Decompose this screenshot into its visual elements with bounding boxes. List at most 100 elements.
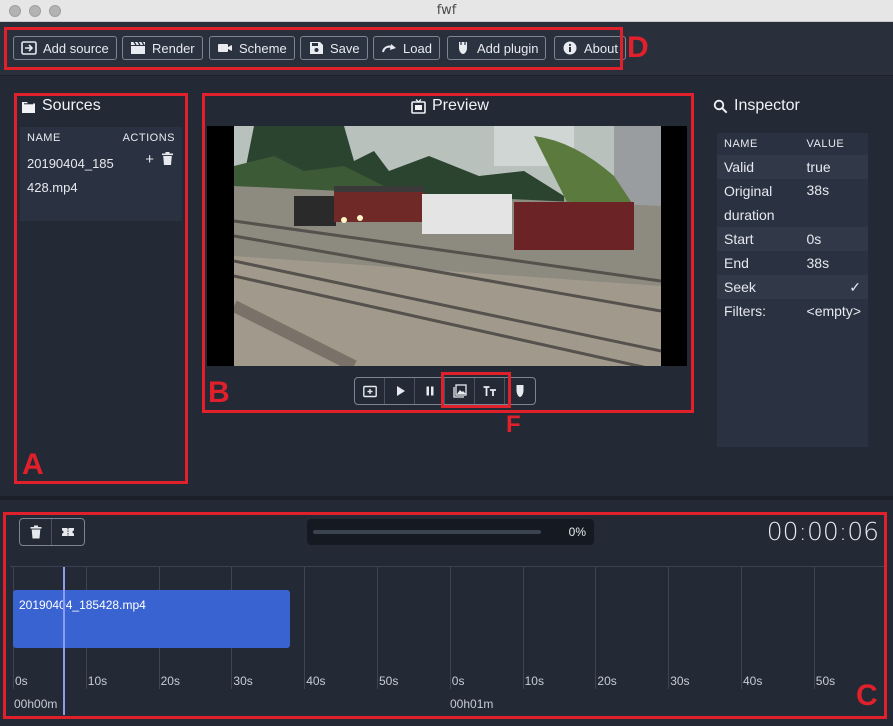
panel-divider[interactable]: [0, 496, 893, 500]
floppy-disk-icon: [310, 42, 323, 54]
tv-icon: [411, 98, 426, 114]
text-overlay-icon[interactable]: [475, 378, 505, 404]
scheme-button[interactable]: Scheme: [209, 36, 295, 60]
main-toolbar: Add source Render Scheme Save Load Add p…: [0, 22, 893, 76]
film-folder-icon: [22, 101, 35, 113]
inspector-row-seek: Seek ✓: [717, 275, 868, 299]
add-source-button[interactable]: Add source: [13, 36, 117, 60]
source-name: 20190404_185428.mp4: [27, 156, 114, 195]
pause-icon[interactable]: [415, 378, 445, 404]
window-title: fwf: [436, 3, 457, 18]
inspector-table-header: NAME VALUE: [717, 133, 868, 155]
about-button[interactable]: About: [554, 36, 626, 60]
timeline-clip[interactable]: 20190404_185428.mp4: [13, 590, 290, 648]
annotation-label-c: C: [856, 679, 878, 712]
save-label: Save: [330, 40, 360, 56]
inspector-row-value: <empty>: [806, 303, 861, 319]
play-icon[interactable]: [385, 378, 415, 404]
timeline-tick-label: 0s: [15, 674, 28, 688]
timeline-tick: [377, 567, 378, 689]
timeline-tick: [449, 567, 451, 689]
source-row[interactable]: 20190404_185428.mp4 +: [20, 149, 182, 221]
inspector-panel: NAME VALUE Valid true Original duration …: [717, 133, 868, 447]
inspector-row-name: Start: [717, 227, 800, 251]
render-progress-track: [313, 530, 541, 534]
timeline-tick-label: 0s: [451, 674, 465, 688]
redo-arrow-icon: [382, 44, 396, 53]
timeline-tick-label: 50s: [815, 674, 836, 688]
trash-icon[interactable]: [20, 519, 52, 545]
inspector-row-name: Valid: [717, 155, 800, 179]
inspector-title-label: Inspector: [734, 97, 800, 114]
timeline-tick: [595, 567, 597, 689]
timeline-tick-label: 10s: [87, 674, 108, 688]
preview-video[interactable]: [207, 126, 687, 366]
minute-label: 00h01m: [450, 697, 494, 711]
annotation-label-a: A: [22, 448, 44, 481]
add-plugin-button[interactable]: Add plugin: [447, 36, 547, 60]
timeline-tick-label: 50s: [379, 674, 399, 688]
timeline-tick: [522, 567, 524, 689]
add-source-label: Add source: [43, 40, 109, 56]
timeline-tick-label: 30s: [670, 674, 690, 688]
scheme-label: Scheme: [239, 40, 287, 56]
split-clip-icon[interactable]: [52, 519, 84, 545]
trash-icon[interactable]: [162, 152, 173, 169]
inspector-row-end: End 38s: [717, 251, 868, 275]
image-overlay-icon[interactable]: [445, 378, 475, 404]
inspector-row-original-duration: Original duration 38s: [717, 179, 868, 227]
video-frame-image: [234, 126, 661, 366]
timeline-tools: [19, 518, 85, 546]
render-button[interactable]: Render: [122, 36, 203, 60]
timeline-tick-label: 10s: [524, 674, 544, 688]
timeline-tick-label: 20s: [597, 674, 617, 688]
inspector-row-name: Original duration: [724, 183, 775, 223]
timeline-track[interactable]: 20190404_185428.mp4 00h00m 00h01m 0s 10s 2…: [10, 566, 886, 716]
plugin-icon: [459, 42, 467, 54]
preview-controls: [354, 377, 536, 405]
inspector-row-name: End: [724, 255, 749, 271]
load-button[interactable]: Load: [373, 36, 440, 60]
inspector-title: Inspector: [713, 97, 800, 115]
add-plugin-label: Add plugin: [477, 40, 539, 56]
inspector-row-name: Filters:: [724, 303, 766, 319]
video-camera-icon: [218, 44, 232, 52]
inspector-row-value: 38s: [806, 182, 830, 198]
inspector-row-start: Start 0s: [717, 227, 868, 251]
about-label: About: [584, 40, 618, 56]
timeline-tick: [813, 567, 815, 689]
add-to-timeline-button[interactable]: +: [145, 152, 154, 169]
render-progress: 0%: [307, 519, 594, 545]
add-to-timeline-icon[interactable]: [355, 378, 385, 404]
annotation-label-f: F: [506, 411, 521, 438]
search-icon: [713, 99, 728, 113]
sources-col-name: NAME: [27, 132, 61, 144]
inspector-row-valid: Valid true: [717, 155, 868, 179]
load-label: Load: [403, 40, 432, 56]
inspector-row-value: 0s: [799, 227, 868, 251]
annotation-label-d: D: [627, 31, 649, 64]
sources-table: NAME ACTIONS 20190404_185428.mp4 +: [20, 127, 182, 221]
inspector-table: NAME VALUE Valid true Original duration …: [717, 133, 868, 323]
timecode-display: 00:00:06: [766, 517, 879, 546]
inspector-row-value[interactable]: ✓: [799, 275, 868, 299]
inspector-row-value: true: [799, 155, 868, 179]
save-button[interactable]: Save: [300, 36, 368, 60]
sources-title-label: Sources: [42, 97, 101, 114]
sources-title: Sources: [21, 97, 101, 115]
timeline-tick: [741, 567, 742, 689]
timeline-tick-label: 30s: [233, 674, 253, 688]
sources-table-header: NAME ACTIONS: [20, 127, 182, 149]
plugin-icon[interactable]: [505, 378, 535, 404]
sources-col-actions: ACTIONS: [122, 132, 175, 144]
timeline-tick-label: 20s: [160, 674, 180, 688]
render-label: Render: [152, 40, 195, 56]
inspector-row-value: 38s: [806, 255, 830, 271]
inspector-col-name: NAME: [724, 138, 758, 150]
playhead[interactable]: [63, 567, 65, 715]
source-actions: +: [145, 152, 173, 169]
inspector-row-name: Seek: [717, 275, 800, 299]
minute-label: 00h00m: [14, 697, 58, 711]
clapperboard-icon: [131, 41, 145, 54]
timeline-tick-label: 40s: [306, 674, 326, 688]
